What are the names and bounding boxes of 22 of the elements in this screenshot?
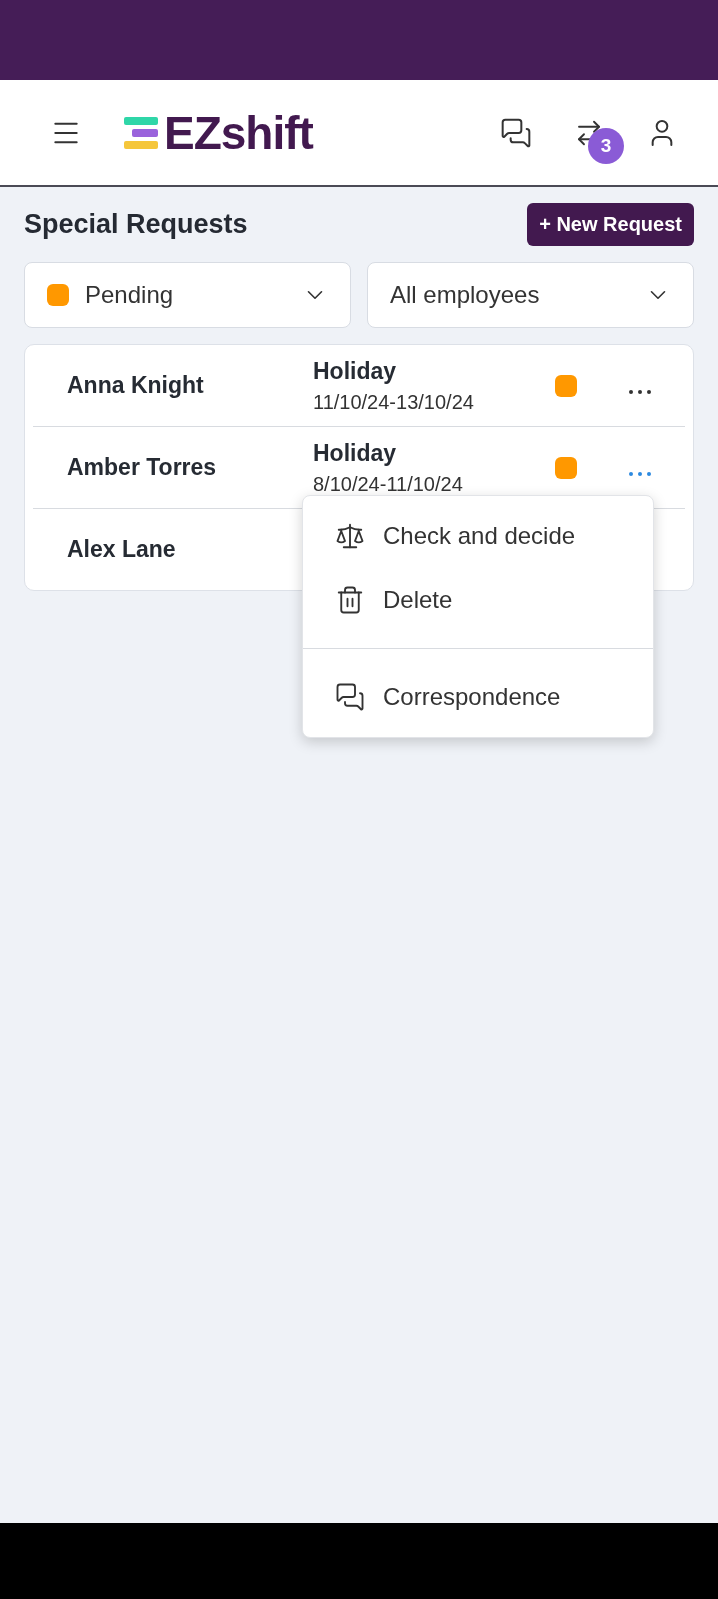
- menu-item[interactable]: Delete: [303, 568, 653, 632]
- ellipsis-icon: [628, 388, 652, 395]
- trash-icon: [335, 585, 365, 615]
- menu-item[interactable]: Correspondence: [303, 665, 653, 729]
- employee-name: Amber Torres: [66, 454, 218, 481]
- count-badge: 3: [588, 127, 624, 164]
- request-dates: 11/10/24-13/10/24: [313, 390, 475, 414]
- scale-icon: [335, 521, 365, 551]
- request-dates: 8/10/24-11/10/24: [313, 472, 464, 496]
- chat-icon[interactable]: [500, 116, 532, 149]
- filter-select[interactable]: All employees: [367, 262, 694, 328]
- logo-text: EZshift: [164, 105, 313, 160]
- page-title: Special Requests: [24, 209, 248, 240]
- request-type: Holiday: [313, 357, 398, 385]
- filter-select[interactable]: Pending: [24, 262, 351, 328]
- employee-name: Anna Knight: [66, 372, 205, 399]
- ellipsis-icon: [628, 470, 652, 477]
- chat-icon: [335, 682, 365, 712]
- employee-name: Alex Lane: [66, 536, 177, 563]
- request-type: Holiday: [313, 439, 398, 467]
- new-request-button[interactable]: + New Request: [527, 203, 694, 246]
- menu-item[interactable]: Check and decide: [303, 504, 653, 568]
